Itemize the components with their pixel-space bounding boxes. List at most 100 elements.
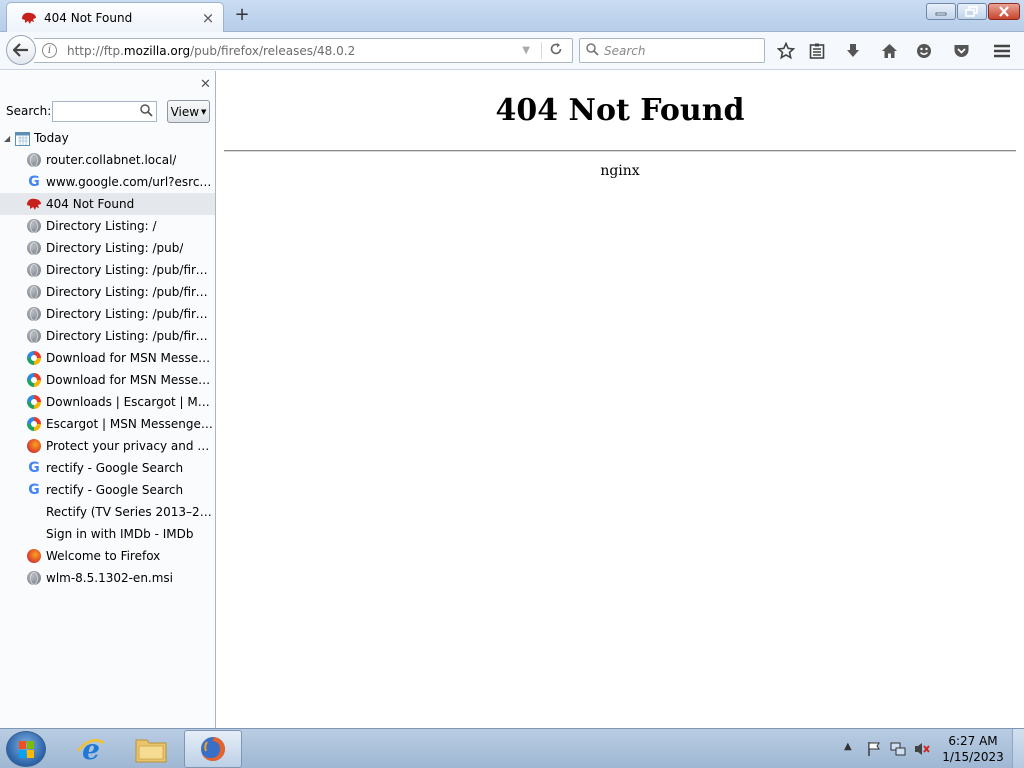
history-item[interactable]: Protect your privacy and brow... [0, 435, 215, 457]
history-item[interactable]: Gwww.google.com/url?esrc=s... [0, 171, 215, 193]
system-clock[interactable]: 6:27 AM 1/15/2023 [940, 733, 1006, 765]
minimize-icon [935, 12, 947, 15]
history-item-label: Rectify (TV Series 2013–2016) -... [46, 505, 215, 519]
url-prefix: http://ftp. [67, 43, 124, 58]
downloads-icon[interactable] [843, 41, 863, 61]
history-item[interactable]: Sign in with IMDb - IMDb [0, 523, 215, 545]
url-separator [541, 42, 542, 59]
back-arrow-icon [13, 43, 28, 57]
taskbar-file-explorer[interactable] [122, 730, 180, 768]
action-center-flag-icon[interactable] [866, 741, 882, 757]
sidebar-close-icon[interactable]: ✕ [200, 77, 211, 92]
history-item-label: Sign in with IMDb - IMDb [46, 527, 194, 541]
page-heading: 404 Not Found [495, 93, 745, 128]
globe-icon [26, 218, 42, 234]
hello-smiley-icon[interactable] [914, 41, 934, 61]
history-item[interactable]: Directory Listing: /pub/firefox... [0, 325, 215, 347]
site-info-icon[interactable]: i [42, 43, 57, 58]
history-item[interactable]: Download for MSN Messenge... [0, 369, 215, 391]
clock-date: 1/15/2023 [942, 750, 1004, 764]
history-item[interactable]: Directory Listing: /pub/firefox... [0, 281, 215, 303]
close-window-button[interactable] [988, 3, 1020, 20]
page-content: 404 Not Found nginx [216, 71, 1024, 728]
history-item[interactable]: Welcome to Firefox [0, 545, 215, 567]
show-desktop-button[interactable] [1012, 729, 1024, 768]
google-icon: G [28, 482, 40, 498]
tab-close-icon[interactable]: × [201, 10, 215, 25]
search-placeholder: Search [604, 43, 646, 58]
search-icon [140, 104, 153, 120]
home-icon[interactable] [879, 41, 899, 61]
server-name: nginx [600, 163, 640, 179]
history-item[interactable]: Directory Listing: /pub/firefox/ [0, 259, 215, 281]
chevron-down-icon: ▼ [201, 107, 207, 116]
calendar-icon [14, 130, 30, 146]
globe-icon [26, 240, 42, 256]
history-item[interactable]: router.collabnet.local/ [0, 149, 215, 171]
bookmarks-menu-icon[interactable] [807, 41, 827, 61]
sidebar-search-input[interactable] [52, 101, 157, 122]
back-button[interactable] [6, 35, 36, 65]
new-tab-button[interactable]: + [232, 6, 252, 26]
msn-icon [26, 350, 42, 366]
menu-hamburger-icon[interactable] [992, 41, 1012, 61]
taskbar-internet-explorer[interactable]: e [62, 730, 120, 768]
history-tree: ◢ Today router.collabnet.local/Gwww.goog… [0, 127, 215, 589]
history-group-today[interactable]: ◢ Today [0, 127, 215, 149]
history-item[interactable]: wlm-8.5.1302-en.msi [0, 567, 215, 589]
network-icon[interactable] [890, 741, 906, 757]
sidebar-search-label: Search: [6, 104, 52, 118]
url-bar[interactable]: i http://ftp.mozilla.org/pub/firefox/rel… [34, 38, 573, 63]
restore-button[interactable] [957, 3, 987, 20]
history-item-label: rectify - Google Search [46, 483, 184, 497]
history-item[interactable]: Downloads | Escargot | MSN ... [0, 391, 215, 413]
msn-icon [26, 394, 42, 410]
windows-logo-icon [19, 741, 34, 758]
globe-icon [26, 306, 42, 322]
view-button-label: View [170, 104, 200, 119]
pocket-icon[interactable] [951, 41, 971, 61]
title-bar: 404 Not Found × + [0, 0, 1024, 32]
history-item[interactable]: Grectify - Google Search [0, 479, 215, 501]
restore-icon [965, 6, 978, 17]
globe-icon [26, 328, 42, 344]
reload-icon[interactable] [549, 42, 563, 60]
expand-triangle-icon[interactable]: ◢ [4, 134, 14, 143]
history-item[interactable]: Escargot | MSN Messenger an... [0, 413, 215, 435]
url-path: /pub/firefox/releases/48.0.2 [190, 43, 356, 58]
firefox-icon [201, 737, 225, 761]
tab-active[interactable]: 404 Not Found × [6, 2, 224, 32]
search-box[interactable]: Search [579, 38, 765, 63]
taskbar-firefox[interactable] [184, 730, 242, 768]
volume-muted-icon[interactable] [914, 741, 930, 757]
msn-icon [26, 416, 42, 432]
history-item[interactable]: Download for MSN Messenge... [0, 347, 215, 369]
history-item-label: Directory Listing: /pub/firefox... [46, 329, 215, 343]
history-item[interactable]: Rectify (TV Series 2013–2016) -... [0, 501, 215, 523]
history-item[interactable]: Directory Listing: /pub/ [0, 237, 215, 259]
url-history-dropdown-icon[interactable]: ▼ [522, 45, 530, 56]
tab-title: 404 Not Found [44, 10, 133, 25]
svg-text:e: e [82, 733, 100, 765]
history-item[interactable]: 404 Not Found [0, 193, 215, 215]
history-item-label: 404 Not Found [46, 197, 135, 211]
history-item-label: Protect your privacy and brow... [46, 439, 215, 453]
start-button[interactable] [6, 731, 46, 767]
msn-icon [26, 372, 42, 388]
tray-expand-icon[interactable]: ▲ [844, 741, 852, 752]
view-button[interactable]: View ▼ [167, 100, 210, 123]
history-item[interactable]: Directory Listing: / [0, 215, 215, 237]
search-icon [586, 42, 599, 59]
horizontal-rule [224, 150, 1016, 152]
url-text[interactable]: http://ftp.mozilla.org/pub/firefox/relea… [67, 44, 355, 58]
history-item-label: Download for MSN Messenge... [46, 373, 215, 387]
bookmark-star-icon[interactable] [776, 41, 796, 61]
globe-icon [26, 152, 42, 168]
navigation-toolbar: i http://ftp.mozilla.org/pub/firefox/rel… [0, 32, 1024, 70]
history-item[interactable]: Grectify - Google Search [0, 457, 215, 479]
minimize-button[interactable] [926, 3, 956, 20]
history-item-label: rectify - Google Search [46, 461, 184, 475]
history-item-label: Download for MSN Messenge... [46, 351, 215, 365]
history-item[interactable]: Directory Listing: /pub/firefox... [0, 303, 215, 325]
history-sidebar: ✕ Search: View ▼ ◢ Today router.collabnet… [0, 71, 216, 728]
